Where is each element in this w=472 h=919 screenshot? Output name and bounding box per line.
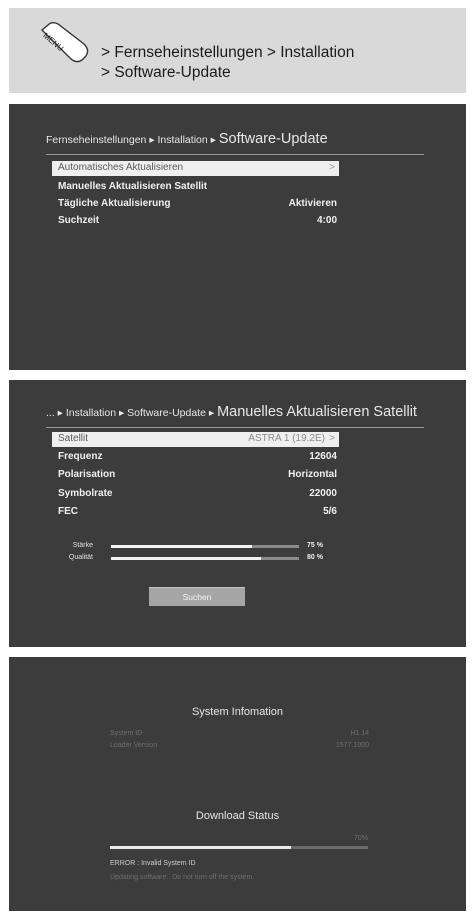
strength-label: Stärke xyxy=(72,542,93,549)
menu-item-manual-update-satellite[interactable]: Manuelles Aktualisieren Satellit xyxy=(52,180,339,195)
menu-item-value: Aktivieren xyxy=(288,198,337,209)
breadcrumb-prefix: ... ▸ Installation ▸ Software-Update ▸ xyxy=(46,407,215,419)
system-info-title: System Infomation xyxy=(191,706,284,718)
download-percent: 70% xyxy=(353,835,368,842)
menu-item-satellite[interactable]: Satellit ASTRA 1 (19.2E) > xyxy=(52,432,339,447)
download-status-screen: System Infomation System ID H1.14 Loader… xyxy=(9,657,466,911)
instruction-header: MENU > Fernseheinstellungen > Installati… xyxy=(9,8,466,93)
menu-item-polarisation[interactable]: Polarisation Horizontal xyxy=(52,468,339,483)
menu-item-value: 4:00 xyxy=(316,215,337,226)
system-id-label: System ID xyxy=(110,730,143,737)
divider xyxy=(46,427,424,428)
menu-item-label: Frequenz xyxy=(58,451,103,462)
divider xyxy=(46,154,424,155)
download-progress-bar xyxy=(110,846,368,849)
strength-bar-fill xyxy=(111,545,252,548)
menu-item-fec[interactable]: FEC 5/6 xyxy=(52,505,339,520)
menu-item-label: Satellit xyxy=(58,433,89,444)
software-update-screen: Fernseheinstellungen ▸ Installation ▸ So… xyxy=(9,104,466,370)
path-line-2: > Software-Update xyxy=(101,64,231,81)
path-line-1: > Fernseheinstellungen > Installation xyxy=(101,44,355,61)
menu-key-icon: MENU xyxy=(40,22,89,63)
breadcrumb-prefix: Fernseheinstellungen ▸ Installation ▸ xyxy=(46,134,216,146)
quality-value: 80 % xyxy=(307,554,323,561)
manual-update-satellite-screen: ... ▸ Installation ▸ Software-Update ▸ M… xyxy=(9,380,466,647)
breadcrumb: Fernseheinstellungen ▸ Installation ▸ So… xyxy=(46,131,328,147)
strength-value: 75 % xyxy=(307,542,323,549)
menu-item-search-time[interactable]: Suchzeit 4:00 xyxy=(52,214,339,229)
menu-item-value: 5/6 xyxy=(323,506,337,517)
menu-item-automatic-update[interactable]: Automatisches Aktualisieren > xyxy=(52,161,339,176)
menu-item-value: 12604 xyxy=(309,451,337,462)
quality-bar-fill xyxy=(111,557,262,560)
menu-item-label: Automatisches Aktualisieren xyxy=(58,162,184,173)
menu-item-label: FEC xyxy=(58,506,78,517)
menu-item-daily-update[interactable]: Tägliche Aktualisierung Aktivieren xyxy=(52,197,339,212)
warning-message: Updating software.. Do not turn off the … xyxy=(110,874,255,881)
breadcrumb-current: Software-Update xyxy=(218,131,328,147)
strength-bar xyxy=(111,545,299,548)
quality-bar xyxy=(111,557,299,560)
menu-item-label: Symbolrate xyxy=(58,488,113,499)
menu-item-label: Manuelles Aktualisieren Satellit xyxy=(58,181,208,192)
system-id-value: H1.14 xyxy=(350,730,369,737)
menu-item-label: Suchzeit xyxy=(58,215,100,226)
chevron-right-icon: > xyxy=(329,433,335,444)
error-message: ERROR : Invalid System ID xyxy=(110,860,196,867)
menu-item-frequency[interactable]: Frequenz 12604 xyxy=(52,450,339,465)
download-progress-fill xyxy=(110,846,291,849)
navigation-path: > Fernseheinstellungen > Installation > … xyxy=(101,43,354,83)
search-button[interactable]: Suchen xyxy=(149,587,245,606)
menu-item-label: Polarisation xyxy=(58,469,116,480)
chevron-right-icon: > xyxy=(329,162,335,173)
menu-item-value: 22000 xyxy=(309,488,337,499)
menu-item-label: Tägliche Aktualisierung xyxy=(58,198,171,209)
quality-label: Qualität xyxy=(68,554,93,561)
menu-item-value: Horizontal xyxy=(288,469,337,480)
menu-item-value: ASTRA 1 (19.2E) xyxy=(248,433,325,444)
breadcrumb-current: Manuelles Aktualisieren Satellit xyxy=(217,404,417,420)
download-status-title: Download Status xyxy=(195,810,280,822)
menu-item-symbol-rate[interactable]: Symbolrate 22000 xyxy=(52,487,339,502)
loader-version-label: Loader Version xyxy=(110,742,158,749)
loader-version-value: 1577.1000 xyxy=(335,742,369,749)
breadcrumb: ... ▸ Installation ▸ Software-Update ▸ M… xyxy=(46,404,417,420)
